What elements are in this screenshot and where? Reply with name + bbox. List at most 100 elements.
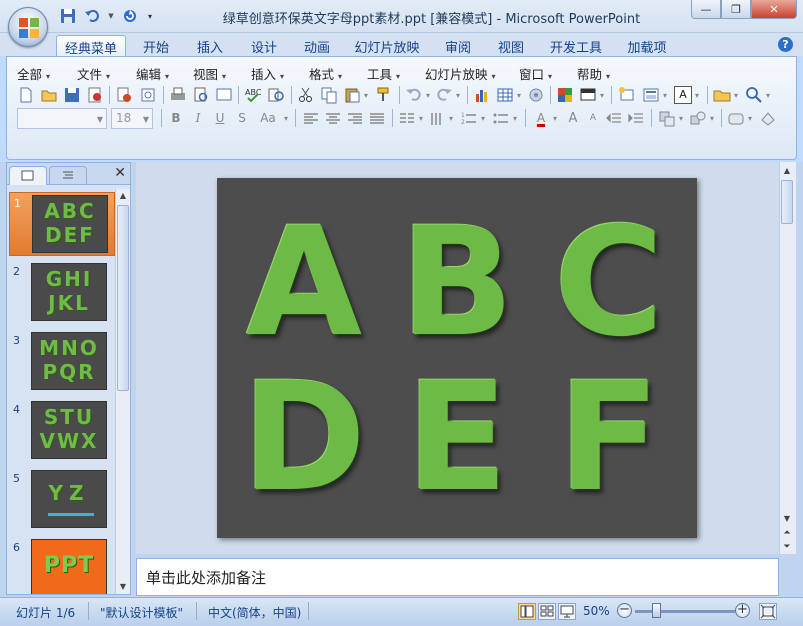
shapes-icon[interactable] <box>689 110 707 128</box>
undo-icon[interactable] <box>405 86 423 104</box>
grass-letter-d[interactable]: D <box>239 363 369 513</box>
italic-button[interactable]: I <box>189 110 207 127</box>
slide-thumbnail-5[interactable]: 5 YZ <box>9 468 115 532</box>
format-painter-icon[interactable] <box>375 86 393 104</box>
textbox-icon[interactable]: A <box>674 86 692 104</box>
bullets-icon[interactable] <box>492 110 510 128</box>
normal-view-button[interactable] <box>518 603 536 620</box>
menu-file[interactable]: 文件 ▾ <box>77 64 110 83</box>
decrease-indent-icon[interactable] <box>605 110 623 128</box>
menu-window[interactable]: 窗口 ▾ <box>519 64 552 83</box>
tab-developer[interactable]: 开发工具 <box>545 35 607 56</box>
undo-dropdown-icon[interactable]: ▾ <box>423 87 433 104</box>
tab-home[interactable]: 开始 <box>136 35 176 56</box>
shape-style-dropdown-icon[interactable]: ▾ <box>745 110 755 127</box>
layout-dropdown-icon[interactable]: ▾ <box>660 87 670 104</box>
permission-icon[interactable] <box>86 86 104 104</box>
theme-name[interactable]: "默认设计模板" <box>100 604 183 621</box>
grass-letter-c[interactable]: C <box>544 208 674 358</box>
redo-icon[interactable] <box>435 86 453 104</box>
tab-outline[interactable] <box>49 166 87 185</box>
slides-scrollbar[interactable]: ▲ ▼ <box>115 189 130 594</box>
align-left-icon[interactable] <box>302 110 320 128</box>
print-icon[interactable] <box>169 86 187 104</box>
table-dropdown-icon[interactable]: ▾ <box>514 87 524 104</box>
change-case-button[interactable]: Aa <box>255 110 281 127</box>
grass-letter-a[interactable]: A <box>239 208 369 358</box>
color-grayscale-icon[interactable] <box>556 86 574 104</box>
folder-dropdown-icon[interactable]: ▾ <box>731 87 741 104</box>
tab-addins[interactable]: 加载项 <box>622 35 672 56</box>
insert-table-icon[interactable] <box>496 86 514 104</box>
search-dropdown-icon[interactable]: ▾ <box>763 87 773 104</box>
minimize-button[interactable]: — <box>691 0 721 19</box>
columns-dropdown-icon[interactable]: ▾ <box>416 110 426 127</box>
textbox-dropdown-icon[interactable]: ▾ <box>692 87 702 104</box>
research-icon[interactable] <box>267 86 285 104</box>
notes-pane[interactable]: 单击此处添加备注 <box>136 558 779 596</box>
menu-view[interactable]: 视图 ▾ <box>193 64 226 83</box>
grass-letter-f[interactable]: F <box>544 363 674 513</box>
open-folder-icon[interactable] <box>40 86 58 104</box>
menu-slideshow[interactable]: 幻灯片放映 ▾ <box>425 64 496 83</box>
scroll-thumb[interactable] <box>117 205 129 391</box>
bullets-dropdown-icon[interactable]: ▾ <box>510 110 520 127</box>
shrink-font-icon[interactable]: A <box>584 110 602 127</box>
editor-scrollbar[interactable]: ▲ ▼ ⏶ ⏷ <box>779 162 796 554</box>
scroll-up-icon[interactable]: ▲ <box>116 189 130 203</box>
current-slide[interactable]: A B C D E F <box>217 178 697 538</box>
arrange-dropdown-icon[interactable]: ▾ <box>676 110 686 127</box>
save-icon[interactable] <box>63 86 81 104</box>
insert-chart-icon[interactable] <box>473 86 491 104</box>
numbering-dropdown-icon[interactable]: ▾ <box>478 110 488 127</box>
scroll-thumb[interactable] <box>781 180 793 224</box>
previous-slide-icon[interactable]: ⏶ <box>780 526 794 540</box>
shadow-button[interactable]: S <box>233 110 251 127</box>
slide-layout-icon[interactable] <box>642 86 660 104</box>
design-dropdown-icon[interactable]: ▾ <box>597 87 607 104</box>
direction-dropdown-icon[interactable]: ▾ <box>446 110 456 127</box>
tab-classic-menu[interactable]: 经典菜单 <box>56 35 126 57</box>
slide-view-icon[interactable] <box>215 86 233 104</box>
grass-letter-e[interactable]: E <box>392 363 522 513</box>
zoom-out-button[interactable]: − <box>617 603 632 618</box>
menu-insert[interactable]: 插入 ▾ <box>251 64 284 83</box>
zoom-slider-handle[interactable] <box>652 603 661 618</box>
language-indicator[interactable]: 中文(简体，中国) <box>208 604 301 621</box>
case-dropdown-icon[interactable]: ▾ <box>281 110 291 127</box>
tab-insert[interactable]: 插入 <box>190 35 230 56</box>
next-slide-icon[interactable]: ⏷ <box>780 540 794 554</box>
font-color-icon[interactable]: A <box>532 110 550 127</box>
copy-icon[interactable] <box>320 86 338 104</box>
arrange-icon[interactable] <box>658 110 676 128</box>
bold-button[interactable]: B <box>167 110 185 127</box>
folder-icon[interactable] <box>713 86 731 104</box>
help-icon[interactable]: ? <box>778 37 793 52</box>
new-document-icon[interactable] <box>17 86 35 104</box>
close-button[interactable]: ✕ <box>751 0 797 19</box>
tab-view[interactable]: 视图 <box>491 35 531 56</box>
cut-icon[interactable] <box>297 86 315 104</box>
attach-icon[interactable] <box>139 86 157 104</box>
zoom-in-button[interactable]: + <box>735 603 750 618</box>
numbering-icon[interactable]: 12 <box>460 110 478 128</box>
justify-icon[interactable] <box>368 110 386 128</box>
print-preview-icon[interactable] <box>192 86 210 104</box>
slide-thumbnail-3[interactable]: 3 MNO PQR <box>9 330 115 394</box>
menu-edit[interactable]: 编辑 ▾ <box>136 64 169 83</box>
tab-slideshow[interactable]: 幻灯片放映 <box>352 35 422 56</box>
office-button[interactable] <box>8 7 48 47</box>
font-family-combo[interactable]: ▼ <box>17 108 107 129</box>
menu-format[interactable]: 格式 ▾ <box>309 64 342 83</box>
slide-sorter-button[interactable] <box>538 603 556 620</box>
restore-button[interactable]: ❐ <box>721 0 751 19</box>
redo-dropdown-icon[interactable]: ▾ <box>453 87 463 104</box>
menu-help[interactable]: 帮助 ▾ <box>577 64 610 83</box>
tab-review[interactable]: 审阅 <box>438 35 478 56</box>
paste-dropdown-icon[interactable]: ▾ <box>361 87 371 104</box>
slide-thumbnail-6[interactable]: 6 PPT <box>9 537 115 594</box>
paste-icon[interactable] <box>343 86 361 104</box>
font-color-dropdown-icon[interactable]: ▾ <box>550 110 560 127</box>
spelling-icon[interactable]: ABC <box>244 86 262 104</box>
grass-letter-b[interactable]: B <box>392 208 522 358</box>
